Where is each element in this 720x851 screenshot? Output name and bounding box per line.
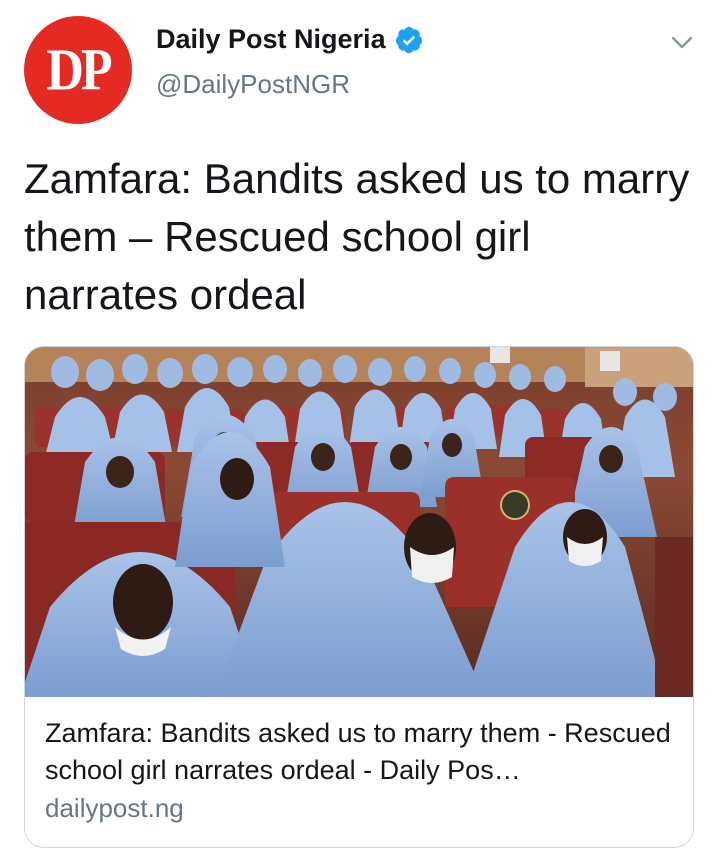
link-preview-card[interactable]: Zamfara: Bandits asked us to marry them … xyxy=(24,346,694,848)
author-display-name[interactable]: Daily Post Nigeria xyxy=(156,24,386,55)
card-image[interactable] xyxy=(25,347,694,697)
author-handle[interactable]: @DailyPostNGR xyxy=(156,69,424,100)
author-info: Daily Post Nigeria @DailyPostNGR xyxy=(156,24,424,100)
card-title[interactable]: Zamfara: Bandits asked us to marry them … xyxy=(45,715,675,789)
card-domain[interactable]: dailypost.ng xyxy=(45,793,675,824)
chevron-down-icon[interactable] xyxy=(670,30,694,54)
name-row: Daily Post Nigeria xyxy=(156,24,424,55)
verified-badge-icon xyxy=(395,26,422,53)
card-body: Zamfara: Bandits asked us to marry them … xyxy=(45,715,675,824)
avatar[interactable]: DP xyxy=(24,16,132,124)
avatar-logo-text: DP xyxy=(46,37,112,103)
tweet-text: Zamfara: Bandits asked us to marry them … xyxy=(24,155,690,318)
